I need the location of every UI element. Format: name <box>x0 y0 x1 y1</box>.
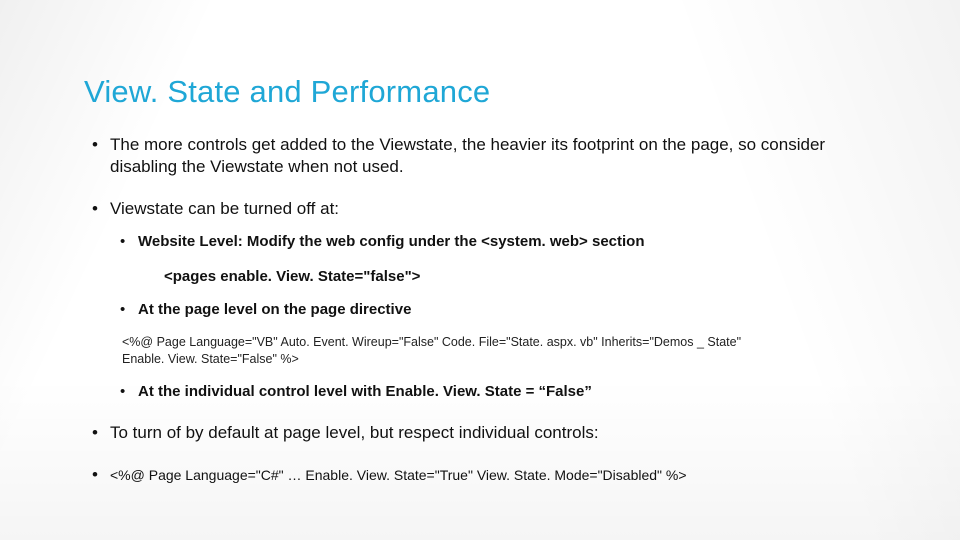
slide: View. State and Performance The more con… <box>0 0 960 540</box>
bullet-text: Viewstate can be turned off at: <box>110 199 339 218</box>
sub-bullet-list: At the individual control level with Ena… <box>110 382 880 402</box>
bullet-list: The more controls get added to the Views… <box>84 134 880 486</box>
bullet-text: The more controls get added to the Views… <box>110 135 825 176</box>
bullet-item: <%@ Page Language="C#" … Enable. View. S… <box>110 464 880 486</box>
bullet-item: To turn of by default at page level, but… <box>110 422 880 444</box>
code-block: <%@ Page Language="VB" Auto. Event. Wire… <box>122 334 762 368</box>
sub-bullet-text: At the individual control level with Ena… <box>138 383 592 400</box>
sub-bullet-list: Website Level: Modify the web config und… <box>110 232 880 252</box>
sub-bullet-list: At the page level on the page directive <box>110 300 880 320</box>
sub-bullet-text: At the page level on the page directive <box>138 301 411 318</box>
code-line: <%@ Page Language="C#" … Enable. View. S… <box>110 467 687 483</box>
slide-title: View. State and Performance <box>84 74 880 110</box>
sub-bullet-item: At the page level on the page directive <box>138 300 880 320</box>
sub-bullet-text: Website Level: Modify the web config und… <box>138 233 645 250</box>
code-line: <pages enable. View. State="false"> <box>164 267 880 287</box>
bullet-text: To turn of by default at page level, but… <box>110 423 599 442</box>
sub-bullet-item: Website Level: Modify the web config und… <box>138 232 880 252</box>
bullet-item: Viewstate can be turned off at: Website … <box>110 198 880 402</box>
sub-bullet-item: At the individual control level with Ena… <box>138 382 880 402</box>
bullet-item: The more controls get added to the Views… <box>110 134 880 178</box>
